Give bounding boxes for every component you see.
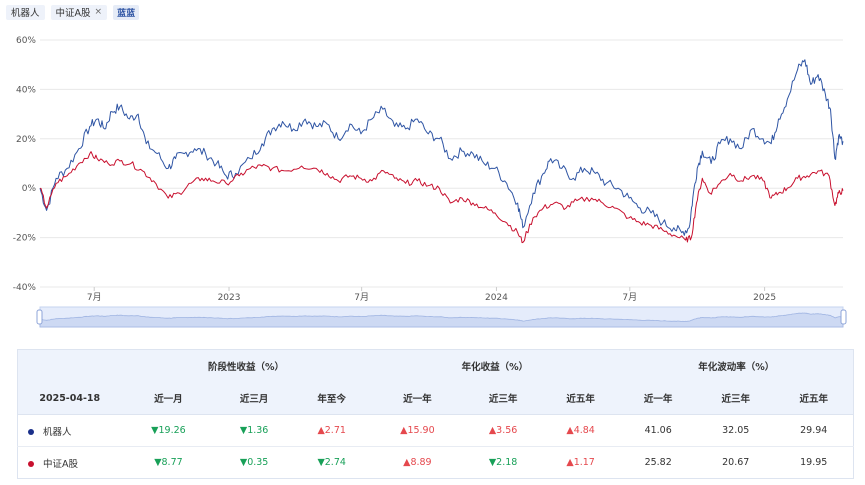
y-tick-label: 60% <box>16 36 36 46</box>
cell-value: 1.36 <box>247 425 269 436</box>
column-header: 近一年 <box>370 382 465 415</box>
y-tick-label: -40% <box>13 283 37 293</box>
cell-value: 29.94 <box>800 425 828 436</box>
x-tick-label: 7月 <box>354 292 369 303</box>
value-cell: ▲1.17 <box>541 446 620 479</box>
y-tick-label: 40% <box>16 85 36 95</box>
table-column-header: 2025-04-18 近一月 近三月 年至今 近一年 近三年 近五年 近一年 近… <box>17 382 854 415</box>
cell-value: 1.17 <box>573 457 595 468</box>
value-cell: ▼1.36 <box>215 414 293 447</box>
table-row: 机器人 ▼19.26 ▼1.36 ▲2.71 ▲15.90 ▲3.56 ▲4.8… <box>17 414 854 447</box>
header-blank <box>17 349 122 383</box>
value-cell: ▲8.89 <box>370 446 465 479</box>
cell-value: 3.56 <box>496 425 518 436</box>
zoom-handle-right[interactable] <box>840 309 847 325</box>
column-header: 近一月 <box>121 382 216 415</box>
column-header: 近三年 <box>464 382 542 415</box>
cell-value: 2.71 <box>324 425 346 436</box>
tag-csi-a-share[interactable]: 中证A股 × <box>50 4 108 20</box>
cell-value: 2.18 <box>496 457 518 468</box>
value-cell: ▲2.71 <box>292 414 371 447</box>
row-name: 中证A股 <box>17 446 122 479</box>
cell-value: 32.05 <box>722 425 750 436</box>
table-date: 2025-04-18 <box>17 382 122 415</box>
value-cell: ▼2.74 <box>292 446 371 479</box>
value-cell: 41.06 <box>619 414 697 447</box>
cell-value: 20.67 <box>722 457 750 468</box>
trend-arrow: ▲ <box>317 425 325 436</box>
value-cell: ▼8.77 <box>121 446 216 479</box>
row-name: 机器人 <box>17 414 122 447</box>
trend-arrow: ▼ <box>154 457 162 468</box>
x-tick-label: 2025 <box>753 293 776 303</box>
cell-value: 8.89 <box>410 457 432 468</box>
performance-chart: 60% 40% 20% 0% -20% -40% 7月 2023 7月 2024 7月 2025 <box>13 36 847 328</box>
tag-label: 机器人 <box>11 8 40 19</box>
compare-button[interactable]: 蓝蓝 <box>113 4 140 20</box>
x-tick-label: 7月 <box>622 292 637 303</box>
column-header: 近三月 <box>215 382 293 415</box>
series-line-robot <box>39 59 844 236</box>
row-name-label: 中证A股 <box>43 458 78 470</box>
group-header: 年化波动率（%） <box>619 349 854 383</box>
group-header: 阶段性收益（%） <box>121 349 371 383</box>
column-header: 近三年 <box>696 382 775 415</box>
cell-value: 2.74 <box>324 457 346 468</box>
tag-robot[interactable]: 机器人 <box>6 4 45 20</box>
trend-arrow: ▲ <box>566 425 574 436</box>
trend-arrow: ▲ <box>566 457 574 468</box>
value-cell: ▲15.90 <box>370 414 465 447</box>
cell-value: 25.82 <box>644 457 672 468</box>
series-line-csi-a-share <box>39 151 844 244</box>
x-tick-label: 2023 <box>218 293 241 303</box>
cell-value: 0.35 <box>247 457 269 468</box>
row-name-label: 机器人 <box>43 426 72 438</box>
y-tick-label: 20% <box>16 135 36 145</box>
tag-bar: 机器人 中证A股 × 蓝蓝 <box>6 4 140 20</box>
tag-label: 中证A股 <box>55 8 91 19</box>
zoom-handle-left[interactable] <box>36 309 43 325</box>
value-cell: 20.67 <box>696 446 775 479</box>
cell-value: 19.95 <box>800 457 828 468</box>
table-group-header: 阶段性收益（%） 年化收益（%） 年化波动率（%） <box>17 349 854 383</box>
value-cell: ▼0.35 <box>215 446 293 479</box>
cell-value: 41.06 <box>644 425 672 436</box>
value-cell: ▲3.56 <box>464 414 542 447</box>
series-dot <box>28 429 34 435</box>
value-cell: ▼2.18 <box>464 446 542 479</box>
table-row: 中证A股 ▼8.77 ▼0.35 ▼2.74 ▲8.89 ▼2.18 ▲1.17… <box>17 446 854 479</box>
column-header: 近一年 <box>619 382 697 415</box>
value-cell: ▲4.84 <box>541 414 620 447</box>
value-cell: 29.94 <box>774 414 854 447</box>
y-tick-label: 0% <box>22 184 37 194</box>
value-cell: ▼19.26 <box>121 414 216 447</box>
column-header: 近五年 <box>541 382 620 415</box>
value-cell: 32.05 <box>696 414 775 447</box>
column-header: 近五年 <box>774 382 854 415</box>
trend-arrow: ▼ <box>317 457 325 468</box>
cell-value: 15.90 <box>407 425 435 436</box>
x-tick-label: 7月 <box>87 292 102 303</box>
cell-value: 19.26 <box>158 425 186 436</box>
performance-table: 阶段性收益（%） 年化收益（%） 年化波动率（%） 2025-04-18 近一月… <box>17 349 854 479</box>
cell-value: 4.84 <box>573 425 595 436</box>
y-tick-label: -20% <box>13 234 37 244</box>
close-icon[interactable]: × <box>95 7 103 17</box>
series-dot <box>28 461 34 467</box>
compare-icon: 蓝蓝 <box>117 8 136 19</box>
cell-value: 8.77 <box>161 457 183 468</box>
column-header: 年至今 <box>292 382 371 415</box>
group-header: 年化收益（%） <box>370 349 620 383</box>
value-cell: 19.95 <box>774 446 854 479</box>
x-tick-label: 2024 <box>485 293 508 303</box>
value-cell: 25.82 <box>619 446 697 479</box>
